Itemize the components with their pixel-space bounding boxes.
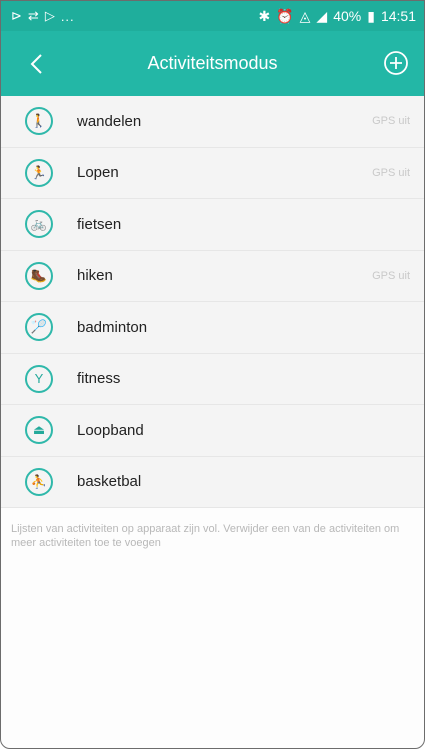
basketball-icon: ⛹ (25, 467, 53, 496)
activity-row[interactable]: Yfitness (1, 354, 424, 405)
activity-label: badminton (77, 318, 148, 336)
cycling-icon: 🚲 (25, 210, 53, 239)
gps-status: GPS uit (372, 166, 410, 179)
wifi-icon: ◬ (299, 7, 311, 24)
activity-row[interactable]: ⛹ basketbal (1, 457, 424, 508)
signal-icon: ◢ (316, 7, 328, 24)
walking-icon: 🚶 (25, 107, 53, 136)
back-arrow-icon[interactable] (23, 49, 53, 79)
phone-screen: ⊳ ⇄ ▷ ... ✱ ⏰ ◬ ◢ 40% ▮ 14:51 Activiteit… (0, 0, 425, 749)
alarm-icon: ⏰ (276, 7, 294, 24)
activity-label: Loopband (77, 421, 144, 439)
hiking-icon: 🥾 (25, 261, 53, 290)
list-full-note: Lijsten van activiteiten op apparaat zij… (11, 523, 400, 549)
activity-label: basketbal (77, 473, 142, 491)
running-icon: 🏃 (25, 158, 53, 187)
page-title: Activiteitsmodus (147, 53, 278, 73)
activity-row[interactable]: 🚲 fietsen (1, 199, 424, 251)
play-icon: ▷ (44, 8, 56, 23)
activity-label: fitness (77, 370, 121, 388)
status-time: 14:51 (380, 8, 416, 24)
activity-row[interactable]: 🏸 badminton (1, 302, 424, 354)
add-circle-icon[interactable] (382, 49, 410, 77)
badminton-icon: 🏸 (25, 313, 53, 342)
app-bar: Activiteitsmodus (1, 31, 424, 96)
sync-icon: ⇄ (27, 8, 40, 23)
activity-row[interactable]: ⏏ Loopband (1, 405, 424, 457)
activity-list: 🚶 wandelen GPS uit 🏃 Lopen GPS uit 🚲 fietsen 🥾 hi… (1, 96, 424, 508)
activity-row[interactable]: 🚶 wandelen GPS uit (1, 96, 424, 148)
status-bar: ⊳ ⇄ ▷ ... ✱ ⏰ ◬ ◢ 40% ▮ 14:51 (1, 1, 424, 31)
activity-label: fietsen (77, 215, 122, 233)
activity-label: hiken (77, 267, 113, 285)
treadmill-icon: ⏏ (25, 416, 53, 445)
activity-row[interactable]: 🥾 hiken GPS uit (1, 251, 424, 302)
fitness-icon: Y (25, 364, 53, 393)
cast-icon: ⊳ (11, 8, 23, 23)
status-more: ... (60, 8, 75, 24)
activity-label: Lopen (77, 164, 119, 182)
activity-label: wandelen (77, 112, 142, 130)
activity-row[interactable]: 🏃 Lopen GPS uit (1, 148, 424, 199)
battery-percent: 40% (333, 8, 362, 24)
gps-status: GPS uit (372, 115, 410, 128)
battery-icon: ▮ (367, 7, 375, 24)
gps-status: GPS uit (372, 269, 410, 282)
bluetooth-icon: ✱ (258, 7, 271, 24)
